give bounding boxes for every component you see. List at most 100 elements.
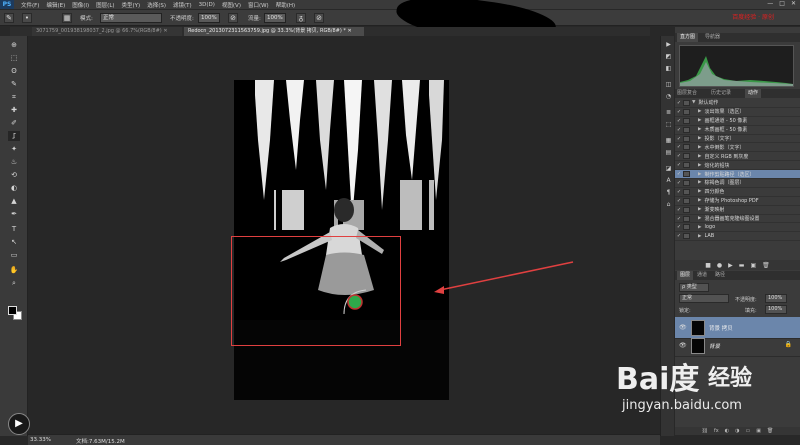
dialog-toggle[interactable] — [683, 188, 690, 195]
eye-icon[interactable]: 👁 — [679, 342, 687, 349]
properties-icon[interactable]: ≣ — [664, 108, 673, 117]
chevron-right-icon[interactable]: ▶ — [698, 136, 701, 141]
history-icon[interactable]: ▤ — [664, 148, 673, 157]
path-select-tool-icon[interactable]: ↖ — [8, 237, 20, 247]
action-item[interactable]: ✓ ▶ 混合器画笔克隆绘图设置 — [675, 215, 800, 224]
dialog-toggle[interactable] — [683, 117, 690, 124]
type-tool-icon[interactable]: T — [8, 224, 20, 234]
brush-preset-icon[interactable]: ⬚ — [664, 120, 673, 129]
check-icon[interactable]: ✓ — [675, 207, 683, 213]
brush-panel-icon[interactable]: ▦ — [62, 13, 72, 23]
tab-layers[interactable]: 图层 — [677, 271, 694, 280]
dialog-toggle[interactable] — [683, 135, 690, 142]
dialog-toggle[interactable] — [683, 162, 690, 169]
chevron-right-icon[interactable]: ▶ — [698, 118, 701, 123]
menu-layer[interactable]: 图层(L) — [96, 1, 114, 9]
lasso-tool-icon[interactable]: ʘ — [8, 66, 20, 76]
menu-file[interactable]: 文件(F) — [21, 1, 39, 9]
chevron-right-icon[interactable]: ▶ — [698, 225, 701, 230]
dialog-toggle[interactable] — [683, 99, 690, 106]
eraser-tool-icon[interactable]: ⟲ — [8, 170, 20, 180]
brush-size-icon[interactable]: • — [22, 13, 32, 23]
clone-stamp-tool-icon[interactable]: ✦ — [8, 144, 20, 154]
check-icon[interactable]: ✓ — [675, 216, 683, 222]
hand-tool-icon[interactable]: ✋ — [8, 265, 20, 275]
tab-history[interactable]: 历史记录 — [711, 89, 731, 98]
check-icon[interactable]: ✓ — [675, 109, 683, 115]
check-icon[interactable]: ✓ — [675, 198, 683, 204]
zoom-level[interactable]: 33.33% — [30, 437, 51, 443]
layer-opacity-input[interactable]: 100% — [765, 294, 787, 303]
action-item[interactable]: ✓ ▶ 棕褐色调（图层） — [675, 179, 800, 188]
chevron-right-icon[interactable]: ▶ — [698, 207, 701, 212]
menu-image[interactable]: 图像(I) — [72, 1, 89, 9]
action-item[interactable]: ✓ ▶ 木质画框 - 50 像素 — [675, 126, 800, 135]
opacity-input[interactable]: 100% — [198, 13, 220, 23]
quick-select-tool-icon[interactable]: ✎ — [8, 79, 20, 89]
menu-view[interactable]: 视图(V) — [222, 1, 241, 9]
adjustments-icon[interactable]: ◫ — [664, 80, 673, 89]
chevron-right-icon[interactable]: ▶ — [698, 154, 701, 159]
zoom-tool-icon[interactable]: ⌕ — [8, 278, 20, 288]
foreground-color-swatch[interactable] — [8, 306, 17, 315]
airbrush-icon[interactable]: ᵹ — [296, 13, 306, 23]
action-item[interactable]: ✓ ▶ 自定义 RGB 到灰度 — [675, 152, 800, 162]
pressure-size-icon[interactable]: ⊘ — [314, 13, 324, 23]
dialog-toggle[interactable] — [683, 206, 690, 213]
menu-select[interactable]: 选择(S) — [147, 1, 166, 9]
maximize-button[interactable]: □ — [779, 0, 785, 7]
action-item[interactable]: ✓ ▶ 熔化的铅块 — [675, 161, 800, 171]
marquee-tool-icon[interactable]: ⬚ — [8, 53, 20, 63]
chevron-right-icon[interactable]: ▶ — [698, 163, 701, 168]
check-icon[interactable]: ✓ — [675, 224, 683, 230]
action-item[interactable]: ✓ ▼ 默认动作 — [675, 99, 800, 108]
tab-actions[interactable]: 动作 — [745, 89, 762, 98]
dialog-toggle[interactable] — [683, 179, 690, 186]
move-tool-icon[interactable]: ⊕ — [8, 40, 20, 50]
blend-mode-select[interactable]: 正常 — [679, 294, 729, 303]
dodge-tool-icon[interactable]: ✒ — [8, 209, 20, 219]
video-play-button[interactable]: ▶ — [8, 413, 30, 435]
action-item[interactable]: ✓ ▶ logo — [675, 223, 800, 233]
stop-icon[interactable]: ■ — [705, 262, 711, 269]
canvas-area[interactable] — [28, 36, 650, 434]
play-icon[interactable]: ▶ — [664, 40, 673, 49]
tab-channels[interactable]: 通道 — [697, 271, 707, 280]
tab-document-2[interactable]: Redocn_2013072311563759.jpg @ 33.3%(背景 拷… — [184, 27, 364, 36]
new-action-icon[interactable]: ▣ — [750, 262, 756, 269]
check-icon[interactable]: ✓ — [675, 189, 683, 195]
menu-window[interactable]: 窗口(W) — [248, 1, 269, 9]
chevron-right-icon[interactable]: ▶ — [698, 234, 701, 239]
tab-histogram[interactable]: 直方图 — [677, 33, 699, 42]
check-icon[interactable]: ✓ — [675, 136, 683, 142]
chevron-right-icon[interactable]: ▶ — [698, 189, 701, 194]
check-icon[interactable]: ✓ — [675, 100, 683, 106]
menu-type[interactable]: 类型(Y) — [122, 1, 141, 9]
eyedropper-tool-icon[interactable]: ✚ — [8, 105, 20, 115]
action-item[interactable]: ✓ ▶ LAB — [675, 232, 800, 242]
flow-input[interactable]: 100% — [264, 13, 286, 23]
swatch-icon[interactable]: ◧ — [664, 64, 673, 73]
check-icon[interactable]: ✓ — [675, 144, 683, 150]
tool-presets-icon[interactable]: ⌂ — [664, 200, 673, 209]
tab-navigator[interactable]: 导航器 — [705, 33, 720, 42]
layer-comps-icon[interactable]: ▦ — [664, 136, 673, 145]
eye-icon[interactable]: 👁 — [679, 324, 687, 331]
dialog-toggle[interactable] — [683, 224, 690, 231]
character-icon[interactable]: A — [664, 176, 673, 185]
fill-input[interactable]: 100% — [765, 305, 787, 314]
chevron-right-icon[interactable]: ▶ — [698, 109, 701, 114]
menu-edit[interactable]: 编辑(E) — [46, 1, 65, 9]
chevron-right-icon[interactable]: ▶ — [698, 145, 701, 150]
check-icon[interactable]: ✓ — [675, 233, 683, 239]
chevron-right-icon[interactable]: ▶ — [698, 216, 701, 221]
action-item[interactable]: ✓ ▶ 四分颜色 — [675, 188, 800, 197]
layer-filter-select[interactable]: ρ 类型 — [679, 283, 709, 292]
dialog-toggle[interactable] — [683, 108, 690, 115]
action-item[interactable]: ✓ ▶ 渐变映射 — [675, 206, 800, 215]
play-action-icon[interactable]: ▶ — [728, 262, 733, 269]
gradient-tool-icon[interactable]: ◐ — [8, 183, 20, 193]
new-set-icon[interactable]: ▬ — [739, 262, 745, 269]
dialog-toggle[interactable] — [683, 197, 690, 204]
tab-document-1[interactable]: 3071759_001938198037_2.jpg @ 66.7%(RGB/8… — [32, 27, 182, 36]
